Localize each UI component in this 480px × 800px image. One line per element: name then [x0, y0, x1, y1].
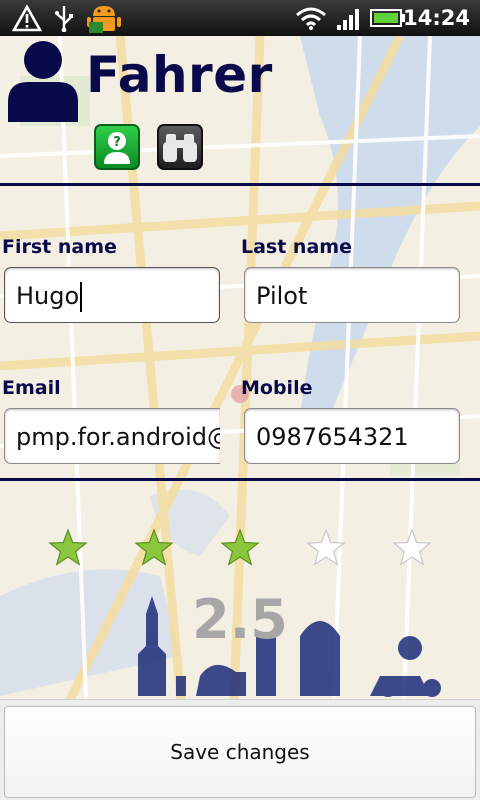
- footer-bar: Save changes: [0, 699, 480, 800]
- rating-value: 2.5: [192, 588, 288, 651]
- first-name-label: First name: [2, 236, 117, 258]
- mobile-input[interactable]: 0987654321: [244, 408, 460, 464]
- page-title: Fahrer: [86, 46, 273, 104]
- status-bar: 14:24: [0, 0, 480, 36]
- battery-icon: [370, 0, 406, 36]
- binoculars-icon: [163, 134, 197, 162]
- person-icon: [6, 40, 80, 122]
- svg-text:?: ?: [113, 135, 121, 150]
- help-icon: ?: [104, 132, 130, 164]
- last-name-value: Pilot: [256, 282, 308, 310]
- star-icon: [392, 528, 432, 566]
- first-name-input[interactable]: Hugo: [4, 267, 220, 323]
- email-value: pmp.for.android@: [16, 423, 220, 451]
- star-icon: [48, 528, 88, 566]
- rating-star-4[interactable]: [306, 528, 346, 568]
- rating-star-3[interactable]: [220, 528, 260, 568]
- star-icon: [134, 528, 174, 566]
- star-icon: [220, 528, 260, 566]
- first-name-value: Hugo: [16, 282, 80, 310]
- wifi-icon: [294, 0, 328, 36]
- mobile-value: 0987654321: [256, 423, 409, 451]
- status-time: 14:24: [403, 6, 470, 30]
- rating-star-1[interactable]: [48, 528, 88, 568]
- signal-icon: [334, 0, 364, 36]
- rating-star-2[interactable]: [134, 528, 174, 568]
- header-divider: [0, 183, 480, 186]
- android-icon: [86, 0, 122, 36]
- email-label: Email: [2, 377, 61, 399]
- save-button[interactable]: Save changes: [4, 706, 476, 798]
- warning-icon: [10, 0, 44, 36]
- usb-icon: [52, 0, 76, 36]
- rating-star-5[interactable]: [392, 528, 432, 568]
- find-button[interactable]: [157, 124, 203, 170]
- star-icon: [306, 528, 346, 566]
- form-divider: [0, 478, 480, 481]
- text-caret: [80, 282, 83, 312]
- email-input[interactable]: pmp.for.android@: [4, 408, 220, 464]
- last-name-label: Last name: [241, 236, 352, 258]
- last-name-input[interactable]: Pilot: [244, 267, 460, 323]
- help-button[interactable]: ?: [94, 124, 140, 170]
- mobile-label: Mobile: [241, 377, 313, 399]
